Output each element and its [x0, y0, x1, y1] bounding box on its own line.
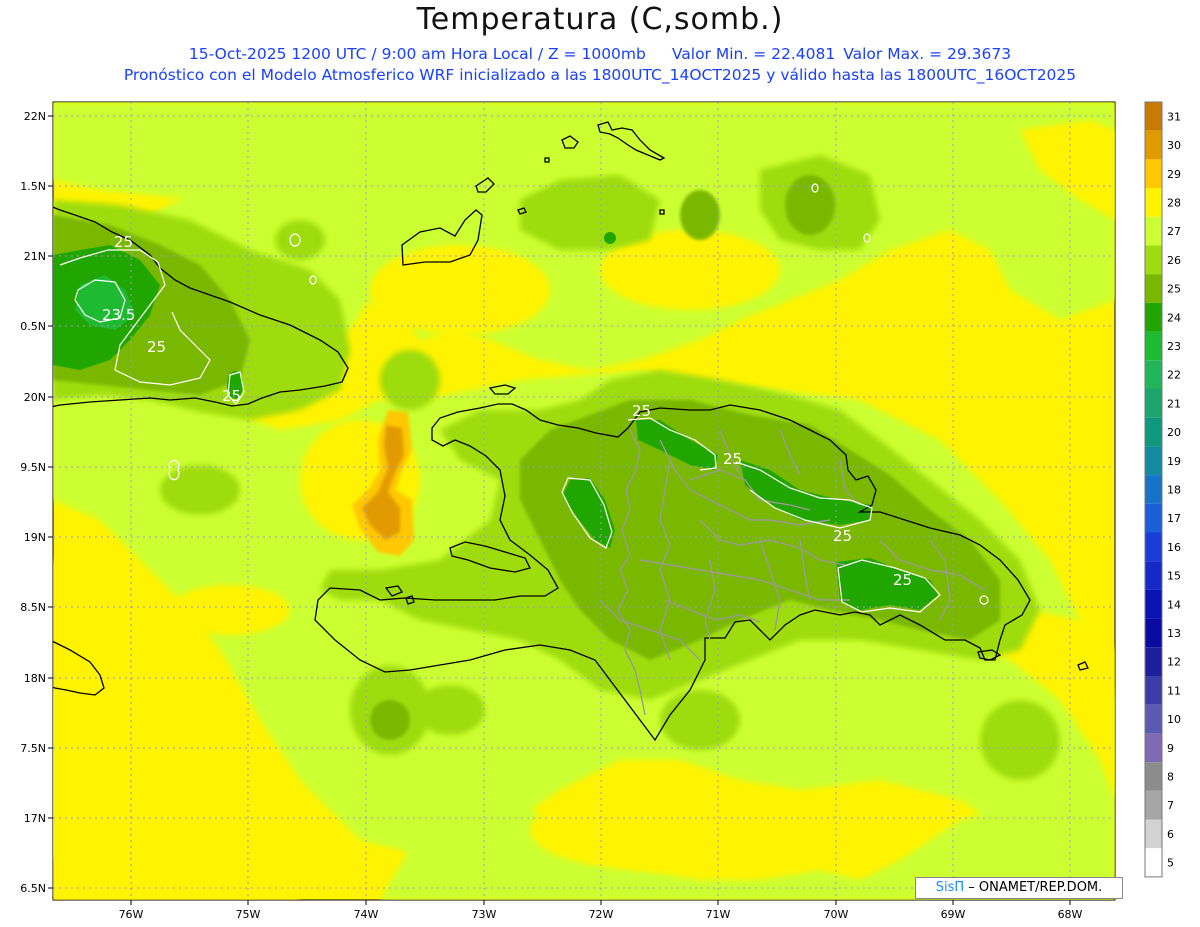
lon-label: 73W	[472, 908, 497, 921]
colorbar-swatch	[1145, 475, 1162, 504]
colorbar-swatch	[1145, 589, 1162, 619]
colorbar-label: 9	[1167, 742, 1174, 755]
lon-label: 69W	[941, 908, 966, 921]
lat-label: 8.5N	[20, 601, 46, 614]
colorbar-label: 8	[1167, 770, 1174, 783]
colorbar-label: 16	[1167, 541, 1181, 554]
credit-box: SisΠ – ONAMET/REP.DOM.	[915, 877, 1123, 899]
colorbar-label: 21	[1167, 397, 1181, 410]
colorbar-swatch	[1145, 704, 1162, 734]
colorbar-swatch	[1145, 532, 1162, 562]
contour-label: 23.5	[102, 306, 135, 324]
contour-label: 25	[833, 527, 852, 545]
colorbar-label: 6	[1167, 828, 1174, 841]
contour-label: 25	[893, 571, 912, 589]
colorbar-swatch	[1145, 245, 1162, 275]
lat-label: 6.5N	[20, 882, 46, 895]
colorbar-swatch	[1145, 188, 1162, 217]
colorbar-label: 7	[1167, 799, 1174, 812]
colorbar-swatch	[1145, 503, 1162, 533]
colorbar: 31 30 29 28 27 26 25 24 23 22 21 20 19 18 17 16 15 14 13 12…	[1144, 101, 1181, 878]
colorbar-swatch	[1145, 647, 1162, 676]
colorbar-label: 12	[1167, 656, 1181, 669]
colorbar-swatch	[1145, 331, 1162, 361]
lat-axis: 22N 1.5N 21N 0.5N 20N 9.5N 19N 8.5N 18N …	[20, 110, 46, 895]
colorbar-swatch	[1145, 762, 1162, 791]
colorbar-swatch	[1145, 733, 1162, 763]
lat-label: 20N	[24, 391, 46, 404]
lon-label: 68W	[1058, 908, 1083, 921]
lat-label: 21N	[24, 250, 46, 263]
colorbar-label: 17	[1167, 512, 1181, 525]
contour-label: 25	[114, 233, 133, 251]
colorbar-swatch	[1145, 618, 1162, 648]
colorbar-swatch	[1145, 360, 1162, 389]
colorbar-label: 20	[1167, 426, 1181, 439]
colorbar-label: 25	[1167, 283, 1181, 296]
colorbar-swatch	[1145, 159, 1162, 189]
colorbar-label: 13	[1167, 627, 1181, 640]
colorbar-swatch	[1145, 848, 1162, 877]
contour-label: 25	[222, 387, 241, 405]
lat-label: 19N	[24, 531, 46, 544]
colorbar-swatch	[1145, 561, 1162, 590]
temperature-map: 25 23.5 25 25 25 25 25 25 22N 1.5N 21N 0…	[20, 101, 1181, 921]
colorbar-swatch	[1145, 102, 1162, 131]
colorbar-label: 14	[1167, 598, 1181, 611]
colorbar-label: 5	[1167, 857, 1174, 870]
colorbar-label: 29	[1167, 168, 1181, 181]
colorbar-label: 26	[1167, 254, 1181, 267]
colorbar-label: 28	[1167, 196, 1181, 209]
lat-label: 22N	[24, 110, 46, 123]
lat-label: 18N	[24, 672, 46, 685]
lon-label: 75W	[236, 908, 261, 921]
lat-label: 17N	[24, 812, 46, 825]
lon-label: 74W	[354, 908, 379, 921]
colorbar-swatch	[1145, 216, 1162, 246]
lon-label: 72W	[589, 908, 614, 921]
colorbar-label: 24	[1167, 311, 1181, 324]
lat-label: 7.5N	[20, 742, 46, 755]
lat-label: 9.5N	[20, 461, 46, 474]
contour-label: 25	[147, 338, 166, 356]
lon-axis: 76W 75W 74W 73W 72W 71W 70W 69W 68W	[119, 908, 1083, 921]
colorbar-swatch	[1145, 274, 1162, 303]
colorbar-label: 10	[1167, 713, 1181, 726]
contour-label: 25	[632, 402, 651, 420]
colorbar-label: 23	[1167, 340, 1181, 353]
colorbar-swatch	[1145, 302, 1162, 332]
contour-label: 25	[723, 450, 742, 468]
colorbar-swatch	[1145, 130, 1162, 160]
colorbar-swatch	[1145, 417, 1162, 447]
colorbar-swatch	[1145, 389, 1162, 418]
colorbar-label: 19	[1167, 455, 1181, 468]
colorbar-label: 22	[1167, 369, 1181, 382]
colorbar-swatch	[1145, 446, 1162, 476]
lat-label: 0.5N	[20, 320, 46, 333]
sispi-logo: SisΠ	[935, 880, 965, 895]
lon-label: 71W	[706, 908, 731, 921]
colorbar-label: 30	[1167, 139, 1181, 152]
colorbar-swatch	[1145, 676, 1162, 705]
lat-label: 1.5N	[20, 180, 46, 193]
colorbar-label: 11	[1167, 684, 1181, 697]
credit-org: – ONAMET/REP.DOM.	[964, 880, 1103, 895]
colorbar-label: 31	[1167, 110, 1181, 123]
colorbar-label: 15	[1167, 570, 1181, 583]
colorbar-swatch	[1145, 790, 1162, 820]
lon-label: 76W	[119, 908, 144, 921]
colorbar-label: 27	[1167, 225, 1181, 238]
colorbar-swatch	[1145, 819, 1162, 849]
lon-label: 70W	[824, 908, 849, 921]
colorbar-label: 18	[1167, 483, 1181, 496]
